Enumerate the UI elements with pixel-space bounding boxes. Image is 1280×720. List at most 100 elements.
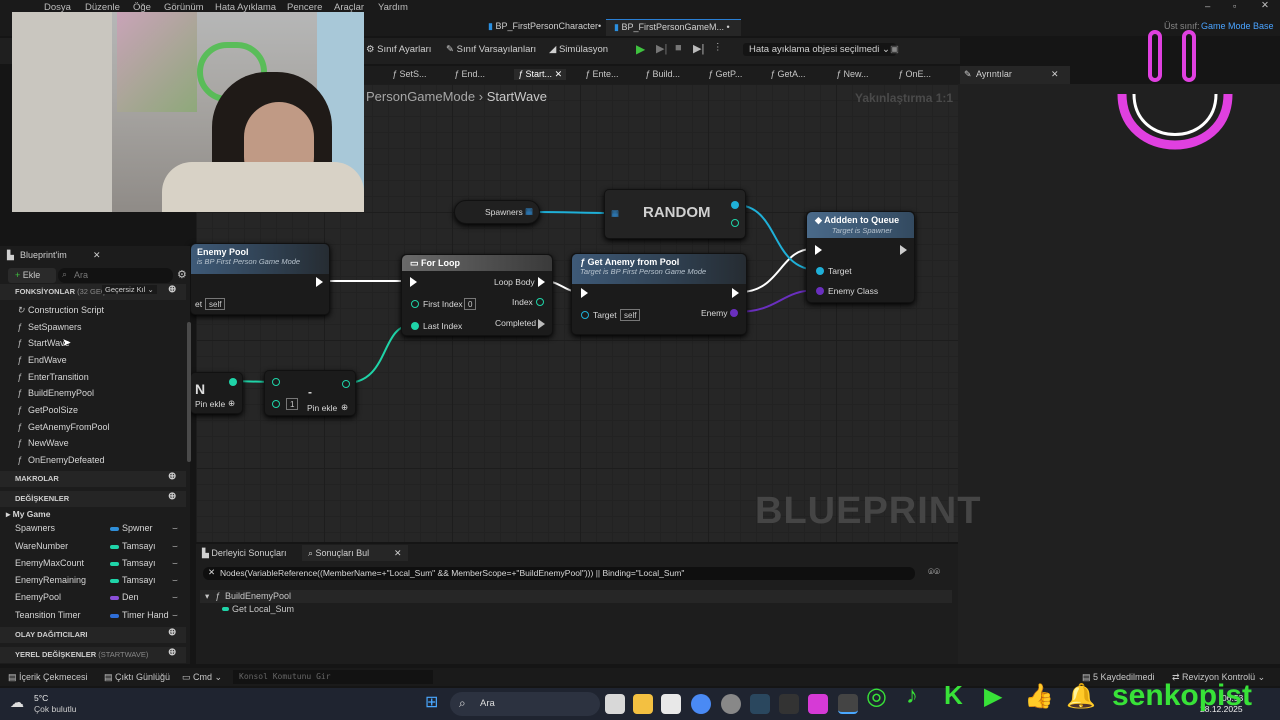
variable-name[interactable]: EnemyRemaining: [15, 575, 86, 585]
add-macro-icon[interactable]: ⊕: [168, 471, 176, 482]
completed-pin[interactable]: [538, 319, 545, 329]
functions-section-header[interactable]: FONKSİYONLAR (32 GEÇE Geçersiz Kıl ⌄ ⊕: [0, 284, 186, 300]
variable-name[interactable]: Spawners: [15, 523, 55, 533]
variable-type-dropdown[interactable]: Den: [122, 592, 139, 602]
task-view-icon[interactable]: [605, 694, 625, 714]
add-function-icon[interactable]: ⊕: [168, 284, 176, 295]
node-add-to-queue[interactable]: ◆ Addden to Queue Target is Spawner Targ…: [806, 211, 915, 303]
output-log-button[interactable]: ▤ Çıktı Günlüğü: [104, 672, 170, 683]
function-item[interactable]: EnterTransition: [28, 372, 89, 382]
close-icon[interactable]: ✕: [394, 548, 402, 559]
math-out-pin[interactable]: [229, 378, 237, 386]
taskbar-search-input[interactable]: ⌕ Ara: [450, 692, 600, 716]
variable-type-dropdown[interactable]: Spwner: [122, 523, 153, 533]
add-variable-icon[interactable]: ⊕: [168, 491, 176, 502]
last-index-pin[interactable]: [411, 322, 419, 330]
exec-out-pin[interactable]: [900, 245, 907, 255]
tab-find-results[interactable]: ⌕ Sonuçları Bul ✕: [302, 545, 408, 561]
node-math-partial[interactable]: N Pin ekle ⊕: [190, 372, 243, 414]
exec-in-pin[interactable]: [410, 277, 417, 287]
app-icon[interactable]: [808, 694, 828, 714]
function-item[interactable]: Construction Script: [28, 305, 104, 315]
local-variables-section-header[interactable]: YEREL DEĞİŞKENLER (STARTWAVE) ⊕: [0, 647, 186, 663]
variable-type-dropdown[interactable]: Tamsayı: [122, 558, 156, 568]
variable-name[interactable]: EnemyPool: [15, 592, 61, 602]
enemy-pin[interactable]: [730, 309, 738, 317]
subtract-a-pin[interactable]: [272, 378, 280, 386]
add-pin-label[interactable]: Pin ekle: [307, 403, 337, 413]
function-item[interactable]: BuildEnemyPool: [28, 388, 94, 398]
cmd-dropdown[interactable]: ▭ Cmd ⌄: [182, 672, 222, 683]
steam-icon[interactable]: [750, 694, 770, 714]
binoculars-icon[interactable]: ⌾⌾: [928, 567, 940, 578]
variable-type-dropdown[interactable]: Tamsayı: [122, 575, 156, 585]
file-explorer-icon[interactable]: [633, 694, 653, 714]
visibility-eye-icon[interactable]: ⌣: [172, 575, 178, 586]
variable-category[interactable]: ▸ My Game: [6, 509, 50, 520]
node-spawners-getter[interactable]: Spawners ▦: [454, 200, 540, 224]
subtract-out-pin[interactable]: [342, 380, 350, 388]
scrollbar[interactable]: [187, 322, 191, 462]
function-item[interactable]: EndWave: [28, 355, 67, 365]
variables-section-header[interactable]: DEĞİŞKENLER ⊕: [0, 491, 186, 507]
override-dropdown[interactable]: Geçersiz Kıl ⌄: [102, 285, 157, 294]
first-index-field[interactable]: 0: [464, 298, 477, 310]
function-item[interactable]: GetAnemyFromPool: [28, 422, 110, 432]
visibility-eye-icon[interactable]: ⌣: [172, 523, 178, 534]
target-self-field[interactable]: self: [205, 298, 226, 310]
target-pin[interactable]: [581, 311, 589, 319]
add-pin-label[interactable]: Pin ekle: [195, 399, 225, 409]
index-pin[interactable]: [536, 298, 544, 306]
target-pin[interactable]: [816, 267, 824, 275]
result-item-row[interactable]: Get Local_Sum: [200, 603, 952, 616]
exec-in-pin[interactable]: [815, 245, 822, 255]
variable-name[interactable]: Teansition Timer: [15, 610, 81, 620]
start-menu-icon[interactable]: ⊞: [425, 694, 443, 712]
gear-icon[interactable]: ⚙: [177, 268, 187, 281]
chrome-icon[interactable]: [691, 694, 711, 714]
subtract-b-pin[interactable]: [272, 400, 280, 408]
node-get-enemy-from-pool[interactable]: ƒ Get Anemy from Pool Target is BP First…: [571, 253, 747, 335]
add-pin-icon[interactable]: ⊕: [341, 402, 348, 413]
content-drawer-button[interactable]: ▤ İçerik Çekmecesi: [8, 672, 88, 683]
obs-icon[interactable]: [721, 694, 741, 714]
function-item[interactable]: OnEnemyDefeated: [28, 455, 105, 465]
enemy-class-pin[interactable]: [816, 287, 824, 295]
add-local-variable-icon[interactable]: ⊕: [168, 647, 176, 658]
variable-name[interactable]: WareNumber: [15, 541, 68, 551]
node-for-loop[interactable]: ▭ For Loop Loop Body First Index 0 Index…: [401, 254, 553, 336]
visibility-eye-icon[interactable]: ⌣: [172, 541, 178, 552]
epic-games-icon[interactable]: [779, 694, 799, 714]
function-item[interactable]: SetSpawners: [28, 322, 82, 332]
exec-out-pin[interactable]: [316, 277, 323, 287]
subtract-b-field[interactable]: 1: [286, 398, 299, 410]
weather-temp[interactable]: 5°C: [34, 693, 48, 703]
weather-desc[interactable]: Çok bulutlu: [34, 704, 77, 714]
loop-body-pin[interactable]: [538, 277, 545, 287]
macros-section-header[interactable]: MAKROLAR ⊕: [0, 471, 186, 487]
blueprint-search-input[interactable]: ⌕ Ara: [58, 268, 173, 283]
visibility-eye-icon[interactable]: ⌣: [172, 558, 178, 569]
variable-type-dropdown[interactable]: Timer Hand: [122, 610, 169, 620]
function-item[interactable]: NewWave: [28, 438, 69, 448]
visibility-eye-icon[interactable]: ⌣: [172, 592, 178, 603]
add-pin-icon[interactable]: ⊕: [228, 398, 235, 409]
random-out-pin[interactable]: [731, 201, 739, 209]
add-button[interactable]: + Ekle: [8, 268, 56, 283]
exec-out-pin[interactable]: [732, 288, 739, 298]
variable-name[interactable]: EnemyMaxCount: [15, 558, 84, 568]
node-subtract[interactable]: - 1 Pin ekle ⊕: [264, 370, 356, 416]
node-build-enemy-pool[interactable]: Enemy Pool is BP First Person Game Mode …: [190, 243, 330, 315]
clear-icon[interactable]: ✕: [208, 567, 215, 578]
function-item[interactable]: GetPoolSize: [28, 405, 78, 415]
target-self-field[interactable]: self: [620, 309, 641, 321]
unreal-engine-icon[interactable]: [838, 694, 858, 714]
dispatchers-section-header[interactable]: OLAY DAĞITICILARI ⊕: [0, 627, 186, 643]
find-results-search-input[interactable]: ✕ Nodes(VariableReference((MemberName=+"…: [203, 567, 915, 580]
node-random[interactable]: ▦ RANDOM: [604, 189, 746, 239]
add-dispatcher-icon[interactable]: ⊕: [168, 627, 176, 638]
first-index-pin[interactable]: [411, 300, 419, 308]
random-index-pin[interactable]: [731, 219, 739, 227]
visibility-eye-icon[interactable]: ⌣: [172, 610, 178, 621]
result-group-row[interactable]: ▾ ƒ BuildEnemyPool: [200, 590, 952, 603]
